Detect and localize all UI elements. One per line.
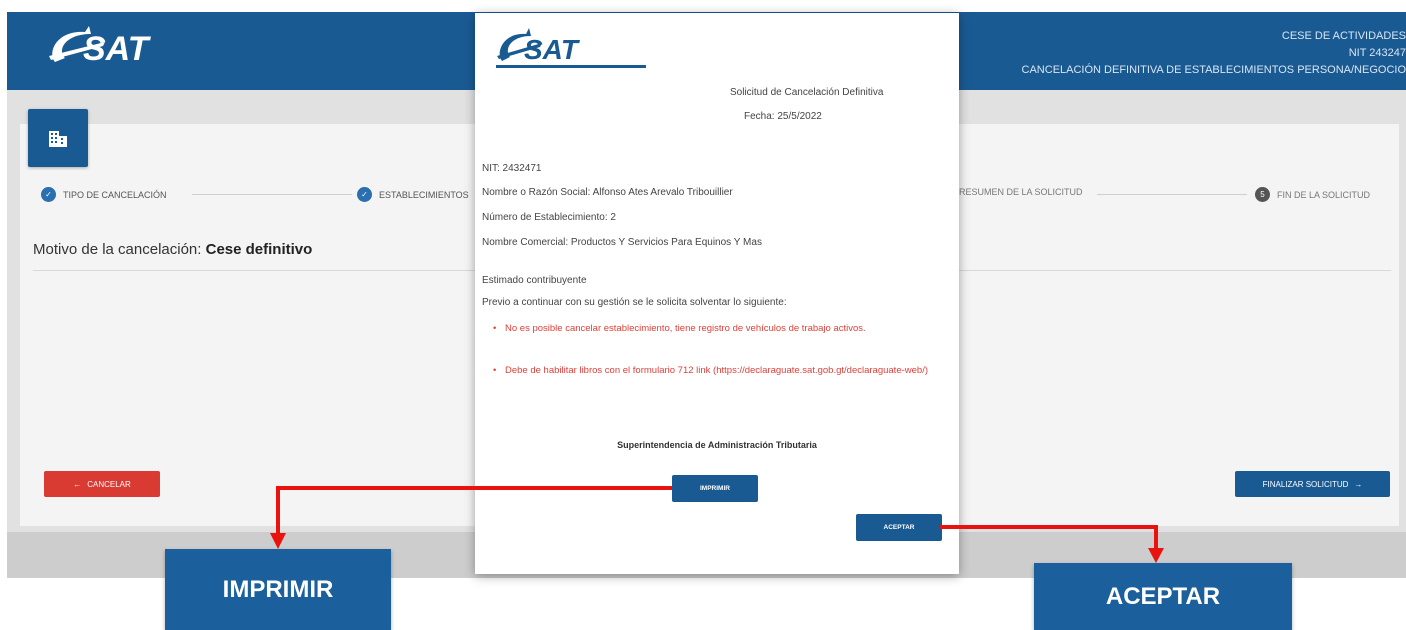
annotation-arrows (270, 486, 1164, 563)
callout-aceptar: ACEPTAR (1034, 563, 1292, 630)
callout-imprimir: IMPRIMIR (165, 549, 391, 630)
